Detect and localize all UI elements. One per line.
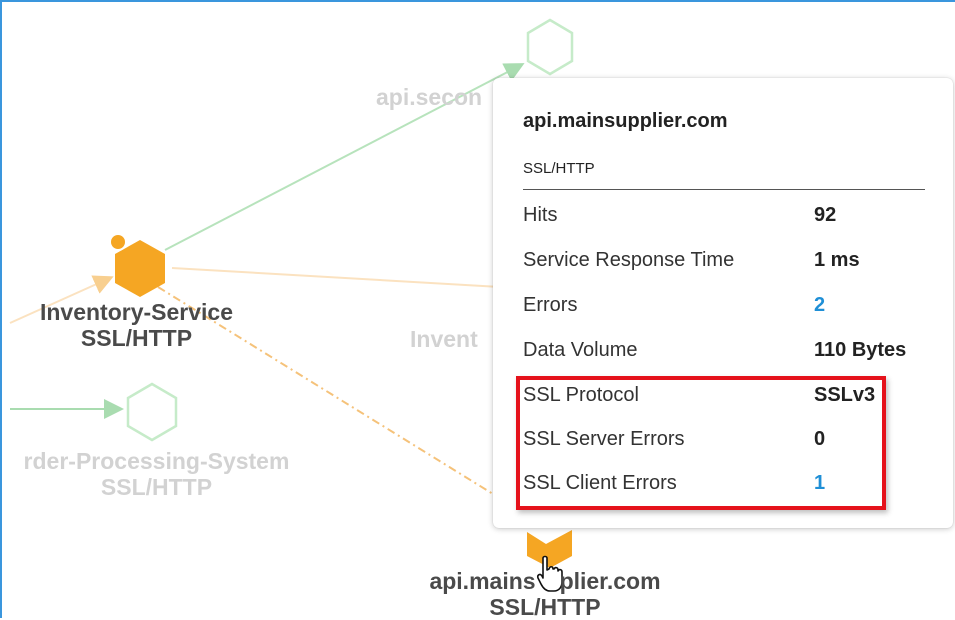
inventory-service-label: Inventory-Service SSL/HTTP [24, 299, 249, 351]
mainsupplier-name-part2: plier.com [559, 568, 661, 594]
order-processing-protocol: SSL/HTTP [100, 474, 213, 500]
tooltip-subtitle: SSL/HTTP [523, 160, 595, 177]
tooltip-divider [523, 189, 925, 190]
inventory-service-badge-icon [109, 233, 127, 251]
metric-row-errors: Errors 2 [523, 294, 933, 324]
metric-row-hits: Hits 92 [523, 204, 933, 234]
order-processing-node-icon[interactable] [126, 382, 178, 442]
metric-label: Service Response Time [523, 249, 735, 271]
mainsupplier-node-icon[interactable] [527, 530, 572, 568]
mainsupplier-label: api.mains plier.com SSL/HTTP [408, 568, 682, 620]
mainsupplier-protocol: SSL/HTTP [489, 594, 601, 620]
metric-row-data-volume: Data Volume 110 Bytes [523, 339, 933, 369]
metric-label: Errors [523, 294, 578, 316]
order-processing-name: rder-Processing-System [23, 448, 290, 474]
inventory-service-name: Inventory-Service [39, 299, 234, 325]
metric-value: 110 Bytes [814, 339, 907, 361]
order-processing-label: rder-Processing-System SSL/HTTP [4, 448, 309, 500]
metric-value: 92 [814, 204, 837, 226]
metric-label: Hits [523, 204, 558, 226]
mainsupplier-name-part1: api.mains [429, 568, 536, 594]
secondary-node-name: api.secon [376, 84, 483, 110]
ssl-metrics-highlight-box [516, 376, 886, 510]
mainsupplier-name: api.mains plier.com [408, 568, 682, 594]
edge-inventory-to-middle [171, 267, 501, 288]
middle-node-name: Invent [410, 326, 478, 352]
metric-label: Data Volume [523, 339, 638, 361]
inventory-service-protocol: SSL/HTTP [80, 325, 193, 351]
secondary-node-label: api.secon [376, 84, 482, 110]
tooltip-title: api.mainsupplier.com [523, 110, 728, 132]
metric-value: 1 ms [814, 249, 860, 271]
secondary-node-icon[interactable] [526, 18, 574, 76]
middle-node-label: Invent [410, 326, 478, 352]
errors-link[interactable]: 2 [814, 294, 825, 317]
metric-row-response-time: Service Response Time 1 ms [523, 249, 933, 279]
